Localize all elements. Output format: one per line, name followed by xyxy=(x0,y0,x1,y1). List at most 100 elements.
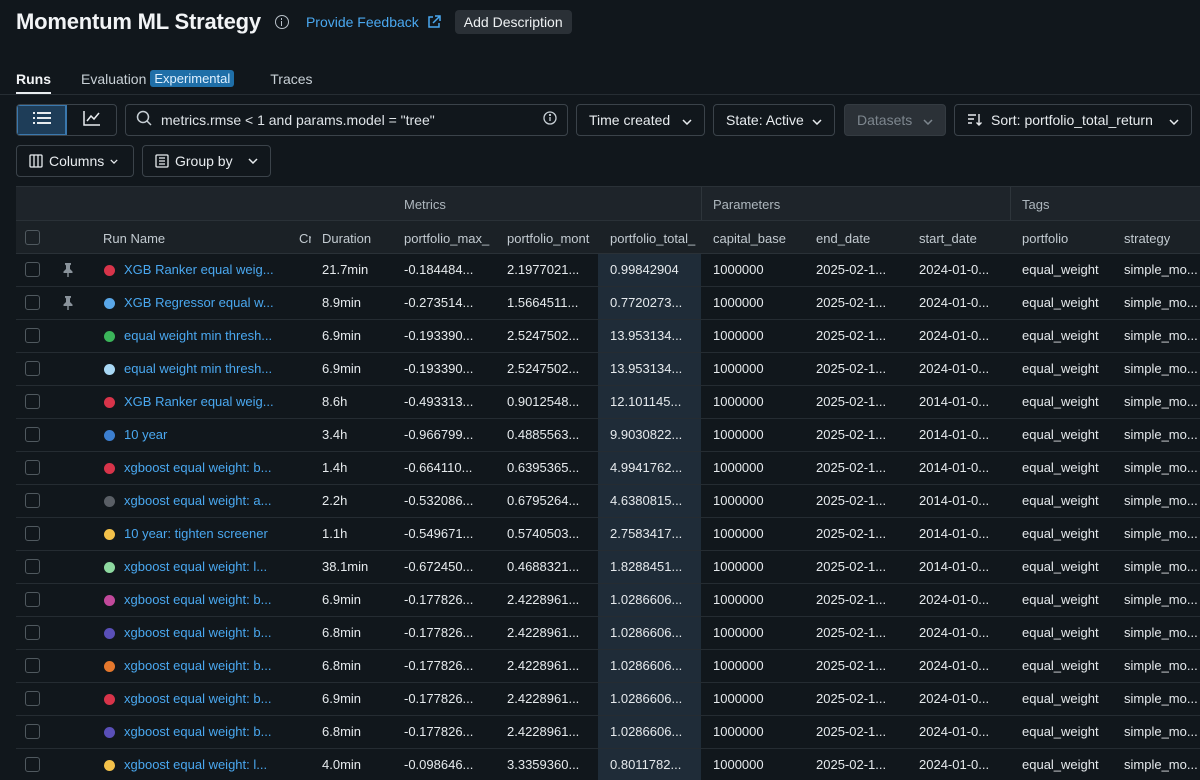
table-row[interactable]: XGB Ranker equal weig... 8.6h -0.493313...… xyxy=(16,386,1200,419)
provide-feedback-link[interactable]: Provide Feedback xyxy=(306,14,419,30)
row-checkbox[interactable] xyxy=(25,625,40,640)
col-portfolio-max[interactable]: portfolio_max_ xyxy=(404,231,496,246)
pin-icon[interactable] xyxy=(62,263,74,282)
state-dropdown[interactable]: State: Active xyxy=(713,104,835,136)
run-color-dot[interactable] xyxy=(104,331,115,342)
table-row[interactable]: XGB Ranker equal weig... 21.7min -0.184484… xyxy=(16,254,1200,287)
tab-runs[interactable]: Runs xyxy=(16,68,51,94)
row-checkbox[interactable] xyxy=(25,262,40,277)
run-color-dot[interactable] xyxy=(104,727,115,738)
table-row[interactable]: xgboost equal weight: b... 6.9min -0.17782… xyxy=(16,584,1200,617)
col-portfolio[interactable]: portfolio xyxy=(1022,231,1068,246)
table-row[interactable]: xgboost equal weight: b... 6.9min -0.17782… xyxy=(16,683,1200,716)
chart-view-button[interactable] xyxy=(67,105,116,135)
run-name-link[interactable]: xgboost equal weight: b... xyxy=(124,460,284,475)
col-strategy[interactable]: strategy xyxy=(1124,231,1170,246)
table-row[interactable]: xgboost equal weight: l... 4.0min -0.09864… xyxy=(16,749,1200,780)
row-checkbox[interactable] xyxy=(25,361,40,376)
group-separator xyxy=(1010,187,1011,221)
row-checkbox[interactable] xyxy=(25,658,40,673)
row-checkbox[interactable] xyxy=(25,526,40,541)
run-name-link[interactable]: equal weight min thresh... xyxy=(124,328,284,343)
run-name-link[interactable]: XGB Ranker equal weig... xyxy=(124,262,284,277)
row-checkbox[interactable] xyxy=(25,394,40,409)
info-icon[interactable] xyxy=(274,15,289,29)
row-checkbox[interactable] xyxy=(25,493,40,508)
col-run-name[interactable]: Run Name xyxy=(103,231,165,246)
col-portfolio-total[interactable]: portfolio_total_ xyxy=(610,231,700,246)
row-checkbox[interactable] xyxy=(25,691,40,706)
table-row[interactable]: xgboost equal weight: b... 6.8min -0.17782… xyxy=(16,650,1200,683)
time-created-dropdown[interactable]: Time created xyxy=(576,104,705,136)
table-row[interactable]: xgboost equal weight: a... 2.2h -0.532086.… xyxy=(16,485,1200,518)
row-checkbox[interactable] xyxy=(25,328,40,343)
run-color-dot[interactable] xyxy=(104,760,115,771)
row-checkbox[interactable] xyxy=(25,427,40,442)
run-name-link[interactable]: 10 year: tighten screener xyxy=(124,526,284,541)
col-end-date[interactable]: end_date xyxy=(816,231,870,246)
run-name-link[interactable]: xgboost equal weight: l... xyxy=(124,559,284,574)
cell-portfolio-max: -0.493313... xyxy=(404,394,474,409)
run-color-dot[interactable] xyxy=(104,265,115,276)
table-row[interactable]: 10 year: tighten screener 1.1h -0.549671..… xyxy=(16,518,1200,551)
sort-dropdown[interactable]: Sort: portfolio_total_return xyxy=(954,104,1192,136)
run-color-dot[interactable] xyxy=(104,463,115,474)
table-row[interactable]: xgboost equal weight: b... 1.4h -0.664110.… xyxy=(16,452,1200,485)
run-color-dot[interactable] xyxy=(104,430,115,441)
tab-evaluation[interactable]: Evaluation Experimental xyxy=(81,68,235,94)
run-name-link[interactable]: XGB Regressor equal w... xyxy=(124,295,284,310)
row-checkbox[interactable] xyxy=(25,757,40,772)
view-toggle xyxy=(16,104,117,136)
row-checkbox[interactable] xyxy=(25,592,40,607)
external-link-icon[interactable] xyxy=(427,15,441,29)
cell-start-date: 2024-01-0... xyxy=(919,625,990,640)
col-created[interactable]: Cr xyxy=(299,231,311,246)
select-all-checkbox[interactable] xyxy=(25,230,40,245)
run-name-link[interactable]: equal weight min thresh... xyxy=(124,361,284,376)
col-portfolio-mont[interactable]: portfolio_mont xyxy=(507,231,599,246)
run-name-link[interactable]: xgboost equal weight: b... xyxy=(124,691,284,706)
run-name-link[interactable]: xgboost equal weight: b... xyxy=(124,658,284,673)
columns-button[interactable]: Columns xyxy=(16,145,134,177)
col-start-date[interactable]: start_date xyxy=(919,231,977,246)
list-view-button[interactable] xyxy=(17,105,67,135)
run-color-dot[interactable] xyxy=(104,595,115,606)
row-checkbox[interactable] xyxy=(25,724,40,739)
table-row[interactable]: equal weight min thresh... 6.9min -0.19339… xyxy=(16,353,1200,386)
col-duration[interactable]: Duration xyxy=(322,231,371,246)
pin-icon[interactable] xyxy=(62,296,74,315)
table-row[interactable]: xgboost equal weight: b... 6.8min -0.17782… xyxy=(16,716,1200,749)
run-name-link[interactable]: xgboost equal weight: b... xyxy=(124,625,284,640)
run-color-dot[interactable] xyxy=(104,694,115,705)
row-checkbox[interactable] xyxy=(25,460,40,475)
cell-portfolio-max: -0.177826... xyxy=(404,658,474,673)
table-row[interactable]: 10 year 3.4h -0.966799... 0.4885563... 9.903… xyxy=(16,419,1200,452)
row-checkbox[interactable] xyxy=(25,295,40,310)
run-color-dot[interactable] xyxy=(104,661,115,672)
tab-traces[interactable]: Traces xyxy=(270,68,312,94)
run-name-link[interactable]: xgboost equal weight: b... xyxy=(124,724,284,739)
col-capital-base[interactable]: capital_base xyxy=(713,231,786,246)
table-row[interactable]: equal weight min thresh... 6.9min -0.19339… xyxy=(16,320,1200,353)
run-color-dot[interactable] xyxy=(104,628,115,639)
run-name-link[interactable]: xgboost equal weight: b... xyxy=(124,592,284,607)
run-name-link[interactable]: xgboost equal weight: a... xyxy=(124,493,284,508)
table-row[interactable]: XGB Regressor equal w... 8.9min -0.273514.… xyxy=(16,287,1200,320)
row-checkbox[interactable] xyxy=(25,559,40,574)
run-color-dot[interactable] xyxy=(104,562,115,573)
group-by-button[interactable]: Group by xyxy=(142,145,271,177)
search-input[interactable] xyxy=(161,112,543,128)
run-name-link[interactable]: XGB Ranker equal weig... xyxy=(124,394,284,409)
run-color-dot[interactable] xyxy=(104,496,115,507)
page-header: Momentum ML Strategy Provide Feedback Ad… xyxy=(16,6,572,38)
add-description-button[interactable]: Add Description xyxy=(454,10,572,34)
table-row[interactable]: xgboost equal weight: b... 6.8min -0.17782… xyxy=(16,617,1200,650)
run-name-link[interactable]: 10 year xyxy=(124,427,284,442)
run-color-dot[interactable] xyxy=(104,397,115,408)
run-name-link[interactable]: xgboost equal weight: l... xyxy=(124,757,284,772)
run-color-dot[interactable] xyxy=(104,298,115,309)
table-row[interactable]: xgboost equal weight: l... 38.1min -0.6724… xyxy=(16,551,1200,584)
run-color-dot[interactable] xyxy=(104,529,115,540)
run-color-dot[interactable] xyxy=(104,364,115,375)
search-info-icon[interactable] xyxy=(543,110,557,130)
